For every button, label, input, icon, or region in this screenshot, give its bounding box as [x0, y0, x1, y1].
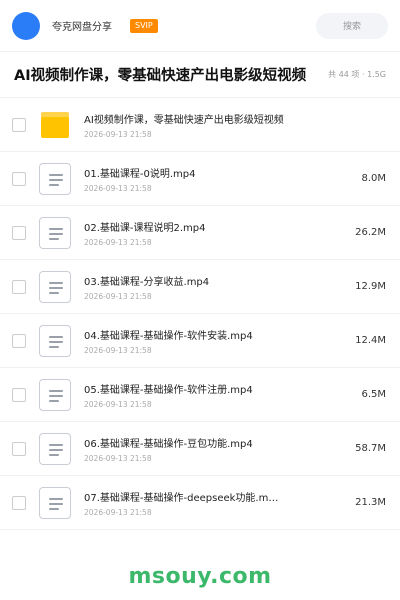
file-list: AI视频制作课，零基础快速产出电影级短视频 2026-09-13 21:58 0…	[0, 98, 400, 530]
list-item[interactable]: 04.基础课程-基础操作-软件安装.mp4 2026-09-13 21:58 1…	[0, 314, 400, 368]
item-name: 02.基础课-课程说明2.mp4	[84, 222, 206, 234]
list-item[interactable]: 07.基础课程-基础操作-deepseek功能.m… 2026-09-13 21…	[0, 476, 400, 530]
item-size: 8.0M	[361, 173, 386, 184]
item-size: 26.2M	[355, 227, 386, 238]
item-name: 03.基础课程-分享收益.mp4	[84, 276, 210, 288]
item-date: 2026-09-13 21:58	[84, 183, 152, 193]
item-size: 12.4M	[355, 335, 386, 346]
file-icon	[38, 324, 72, 358]
folder-icon	[38, 108, 72, 142]
list-item[interactable]: AI视频制作课，零基础快速产出电影级短视频 2026-09-13 21:58	[0, 98, 400, 152]
svip-badge: SVIP	[130, 18, 158, 33]
item-size: 58.7M	[355, 443, 386, 454]
file-icon	[38, 378, 72, 412]
select-checkbox[interactable]	[12, 333, 26, 348]
folder-meta: 共 44 项 · 1.5G	[328, 70, 386, 79]
item-date: 2026-09-13 21:58	[84, 291, 152, 301]
page-title: AI视频制作课，零基础快速产出电影级短视频	[14, 68, 307, 84]
file-icon	[38, 216, 72, 250]
select-checkbox[interactable]	[12, 171, 26, 186]
avatar[interactable]	[12, 11, 40, 40]
top-bar: 夸克网盘分享 SVIP 搜索	[0, 0, 400, 52]
list-item[interactable]: 03.基础课程-分享收益.mp4 2026-09-13 21:58 12.9M	[0, 260, 400, 314]
item-name: 05.基础课程-基础操作-软件注册.mp4	[84, 384, 253, 396]
select-checkbox[interactable]	[12, 279, 26, 294]
list-item[interactable]: 06.基础课程-基础操作-豆包功能.mp4 2026-09-13 21:58 5…	[0, 422, 400, 476]
search-input[interactable]: 搜索	[316, 12, 388, 39]
select-checkbox[interactable]	[12, 225, 26, 240]
list-item[interactable]: 02.基础课-课程说明2.mp4 2026-09-13 21:58 26.2M	[0, 206, 400, 260]
item-name: 01.基础课程-0说明.mp4	[84, 168, 196, 180]
select-checkbox[interactable]	[12, 495, 26, 510]
item-name: 07.基础课程-基础操作-deepseek功能.m…	[84, 492, 279, 504]
item-name: 04.基础课程-基础操作-软件安装.mp4	[84, 330, 253, 342]
item-name: AI视频制作课，零基础快速产出电影级短视频	[84, 114, 284, 126]
item-size: 21.3M	[355, 497, 386, 508]
item-date: 2026-09-13 21:58	[84, 237, 152, 247]
item-size: 12.9M	[355, 281, 386, 292]
select-checkbox[interactable]	[12, 441, 26, 456]
item-date: 2026-09-13 21:58	[84, 453, 152, 463]
list-item[interactable]: 01.基础课程-0说明.mp4 2026-09-13 21:58 8.0M	[0, 152, 400, 206]
select-checkbox[interactable]	[12, 387, 26, 402]
item-name: 06.基础课程-基础操作-豆包功能.mp4	[84, 438, 253, 450]
file-icon	[38, 270, 72, 304]
item-date: 2026-09-13 21:58	[84, 399, 152, 409]
watermark-text: msouy.com	[128, 564, 272, 589]
file-icon	[38, 432, 72, 466]
file-icon	[38, 486, 72, 520]
item-date: 2026-09-13 21:58	[84, 507, 152, 517]
share-name: 夸克网盘分享	[52, 22, 112, 33]
folder-title-row: AI视频制作课，零基础快速产出电影级短视频 共 44 项 · 1.5G	[0, 52, 400, 98]
item-date: 2026-09-13 21:58	[84, 129, 152, 139]
list-item[interactable]: 05.基础课程-基础操作-软件注册.mp4 2026-09-13 21:58 6…	[0, 368, 400, 422]
item-size: 6.5M	[361, 389, 386, 400]
select-checkbox[interactable]	[12, 117, 26, 132]
item-date: 2026-09-13 21:58	[84, 345, 152, 355]
file-icon	[38, 162, 72, 196]
